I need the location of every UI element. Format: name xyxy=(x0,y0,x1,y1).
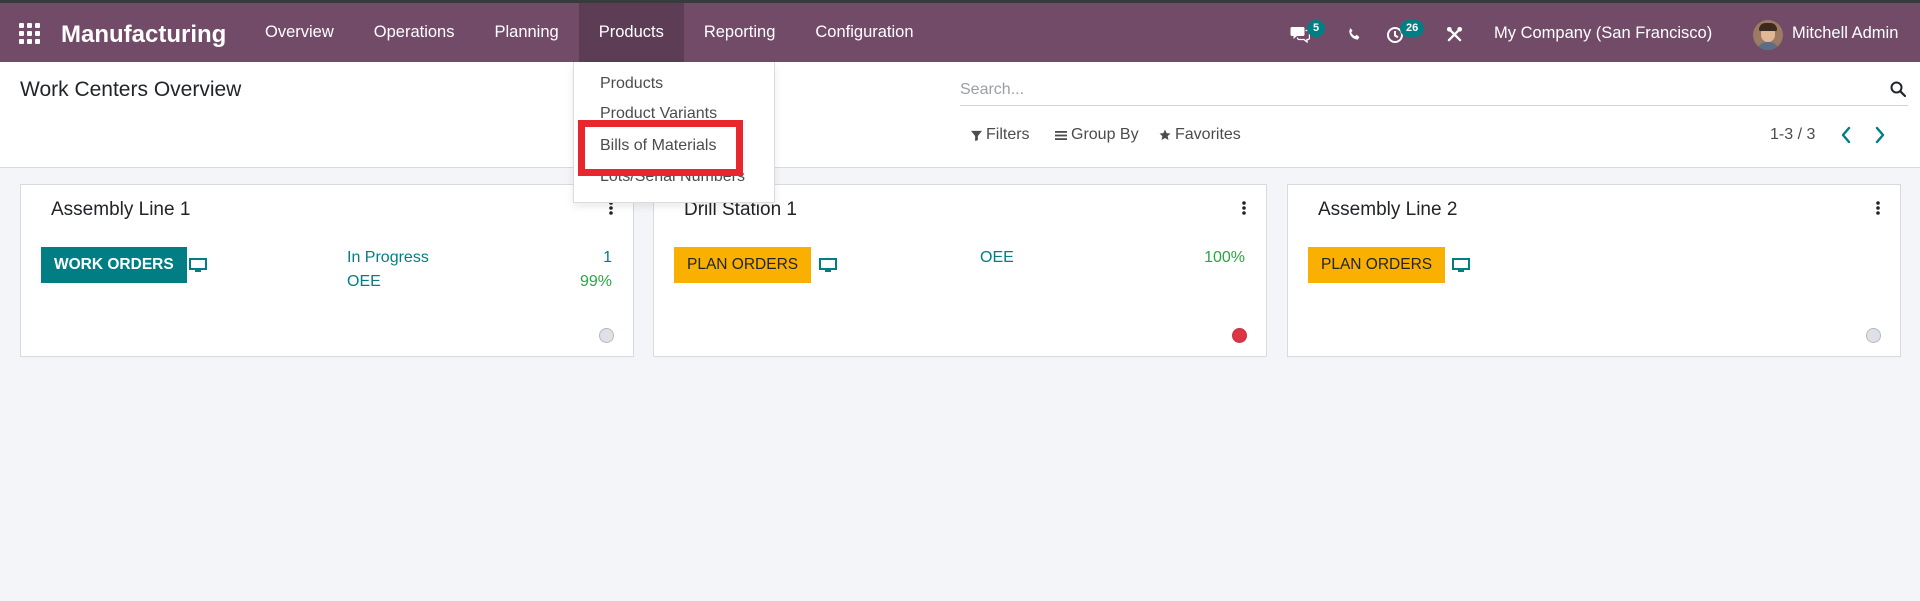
monitor-icon[interactable] xyxy=(189,258,207,273)
top-navbar: Manufacturing Overview Operations Planni… xyxy=(0,0,1920,62)
control-panel: Work Centers Overview Filters Group By F… xyxy=(0,62,1920,168)
menu-overview[interactable]: Overview xyxy=(245,3,354,62)
plan-orders-button[interactable]: PLAN ORDERS xyxy=(1308,247,1446,283)
status-dot[interactable] xyxy=(1232,328,1247,343)
menu-planning[interactable]: Planning xyxy=(474,3,578,62)
status-dot[interactable] xyxy=(599,328,614,343)
oee-value[interactable]: 99% xyxy=(552,273,612,291)
pager-value[interactable]: 1-3 / 3 xyxy=(1770,126,1815,144)
workcenter-card[interactable]: Assembly Line 1 WORK ORDERS In Progress … xyxy=(20,184,634,357)
company-switcher[interactable]: My Company (San Francisco) xyxy=(1494,24,1712,43)
group-by-icon xyxy=(1055,130,1067,140)
pager-next-icon[interactable] xyxy=(1874,125,1886,145)
pager-previous-icon[interactable] xyxy=(1840,125,1852,145)
group-by-label: Group By xyxy=(1071,126,1139,143)
dropdown-item-product-variants[interactable]: Product Variants xyxy=(600,105,717,123)
status-dot[interactable] xyxy=(1866,328,1881,343)
monitor-icon[interactable] xyxy=(819,258,837,273)
dropdown-item-products[interactable]: Products xyxy=(600,75,663,93)
tools-icon[interactable] xyxy=(1446,26,1463,43)
filters-label: Filters xyxy=(986,126,1030,143)
activities-badge: 26 xyxy=(1400,20,1425,37)
workcenter-name[interactable]: Assembly Line 2 xyxy=(1318,199,1457,221)
monitor-icon[interactable] xyxy=(1452,258,1470,273)
plan-orders-button[interactable]: PLAN ORDERS xyxy=(674,247,812,283)
oee-label[interactable]: OEE xyxy=(980,249,1014,267)
products-dropdown: Products Product Variants Bills of Mater… xyxy=(573,62,775,203)
search-input[interactable] xyxy=(960,78,1860,102)
dropdown-item-lots-serial-numbers[interactable]: Lots/Serial Numbers xyxy=(600,168,745,186)
messages-badge: 5 xyxy=(1307,20,1326,37)
workcenter-card[interactable]: Drill Station 1 PLAN ORDERS OEE 100% xyxy=(653,184,1267,357)
menu-products[interactable]: Products xyxy=(578,3,684,62)
star-icon xyxy=(1159,129,1171,140)
phone-icon[interactable] xyxy=(1347,27,1362,42)
oee-label[interactable]: OEE xyxy=(347,273,381,291)
in-progress-label[interactable]: In Progress xyxy=(347,249,429,267)
user-avatar[interactable] xyxy=(1753,20,1783,50)
favorites-label: Favorites xyxy=(1175,126,1241,143)
group-by-button[interactable]: Group By xyxy=(1055,126,1139,144)
dropdown-item-bills-of-materials[interactable]: Bills of Materials xyxy=(600,137,716,155)
card-menu-icon[interactable] xyxy=(1876,201,1880,215)
search-icon[interactable] xyxy=(1890,81,1906,97)
apps-grid-icon[interactable] xyxy=(19,23,41,45)
work-orders-button[interactable]: WORK ORDERS xyxy=(41,247,187,283)
favorites-button[interactable]: Favorites xyxy=(1159,126,1241,144)
main-menu: Overview Operations Planning Products Re… xyxy=(245,3,934,62)
card-menu-icon[interactable] xyxy=(609,201,613,215)
filters-button[interactable]: Filters xyxy=(971,126,1030,144)
card-menu-icon[interactable] xyxy=(1242,201,1246,215)
page-title: Work Centers Overview xyxy=(20,78,242,101)
menu-operations[interactable]: Operations xyxy=(354,3,475,62)
in-progress-value[interactable]: 1 xyxy=(552,249,612,267)
user-menu[interactable]: Mitchell Admin xyxy=(1792,24,1898,43)
search-bar xyxy=(960,74,1908,106)
menu-reporting[interactable]: Reporting xyxy=(684,3,796,62)
app-brand[interactable]: Manufacturing xyxy=(61,21,226,49)
menu-configuration[interactable]: Configuration xyxy=(795,3,933,62)
workcenter-card[interactable]: Assembly Line 2 PLAN ORDERS xyxy=(1287,184,1901,357)
oee-value[interactable]: 100% xyxy=(1185,249,1245,267)
filter-icon xyxy=(971,130,982,141)
workcenter-name[interactable]: Assembly Line 1 xyxy=(51,199,190,221)
